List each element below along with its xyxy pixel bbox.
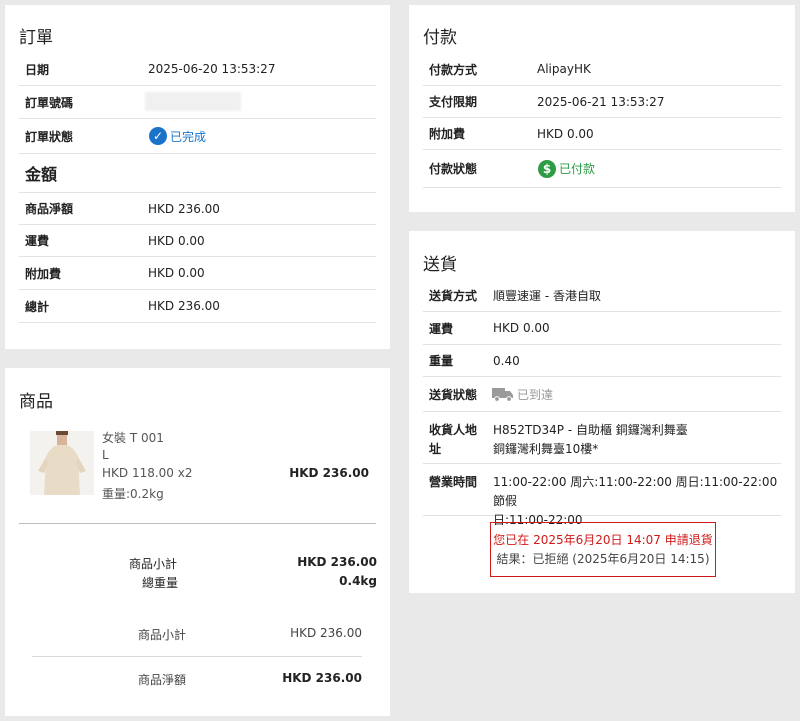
payment-method-label: 付款方式	[429, 62, 478, 77]
footer-subtotal-label: 商品小計	[138, 628, 187, 642]
refund-notice: 您已在 2025年6月20日 14:07 申請退貨 結果：已拒絕 (2025年6…	[490, 522, 716, 577]
product-image[interactable]	[30, 431, 94, 495]
order-date-label: 日期	[25, 62, 50, 77]
payment-surcharge-row: 附加費 HKD 0.00	[423, 118, 781, 150]
product-weight: 重量:0.2kg	[102, 487, 164, 501]
refund-request-text: 您已在 2025年6月20日 14:07 申請退貨	[493, 533, 713, 547]
order-status-text: 已完成	[170, 129, 207, 144]
order-status-label: 訂單狀態	[25, 129, 74, 144]
address-label-line1: 收貨人地	[429, 423, 478, 437]
delivery-address-row: 收貨人地 址 H852TD34P - 自助櫃 銅鑼灣利舞臺 銅鑼灣利舞臺10樓*	[423, 412, 781, 464]
payment-deadline-value: 2025-06-21 13:53:27	[537, 94, 665, 109]
amount-surcharge-row: 附加費 HKD 0.00	[19, 257, 376, 290]
order-number-redacted	[145, 92, 241, 111]
address-label-line2: 址	[429, 442, 442, 456]
product-name[interactable]: 女裝 T 001	[102, 429, 164, 446]
dollar-icon: $	[538, 159, 556, 178]
payment-deadline-row: 支付限期 2025-06-21 13:53:27	[423, 86, 781, 118]
payment-deadline-label: 支付限期	[429, 95, 478, 109]
delivery-status-text: 已到達	[517, 387, 554, 402]
order-date-row: 日期 2025-06-20 13:53:27	[19, 53, 376, 86]
payment-method-value: AlipayHK	[537, 62, 591, 76]
delivery-hours-row: 營業時間 11:00-22:00 周六:11:00-22:00 周日:11:00…	[423, 464, 781, 527]
payment-status-row: 付款狀態 $ 已付款	[423, 150, 781, 188]
delivery-hours-label: 營業時間	[429, 475, 478, 489]
product-size: L	[102, 448, 109, 462]
footer-subtotal-value: HKD 236.00	[290, 626, 362, 640]
refund-result-text: 結果：已拒絕 (2025年6月20日 14:15)	[496, 552, 710, 566]
payment-surcharge-value: HKD 0.00	[537, 126, 594, 141]
payment-title: 付款	[423, 28, 457, 48]
amount-total-label: 總計	[25, 299, 50, 314]
summary-subtotal-label: 商品小計	[129, 557, 178, 571]
payment-surcharge-label: 附加費	[429, 127, 466, 141]
product-price-qty: HKD 118.00 x2	[102, 466, 193, 480]
address-line1: H852TD34P - 自助櫃 銅鑼灣利舞臺	[493, 423, 688, 437]
order-number-row: 訂單號碼	[19, 86, 376, 119]
product-total: HKD 236.00	[289, 466, 369, 480]
hours-line1: 11:00-22:00 周六:11:00-22:00 周日:11:00-22:0…	[493, 475, 778, 508]
amount-surcharge-label: 附加費	[25, 266, 62, 281]
delivery-address-value: H852TD34P - 自助櫃 銅鑼灣利舞臺 銅鑼灣利舞臺10樓*	[493, 421, 688, 459]
delivery-weight-row: 重量 0.40	[423, 345, 781, 377]
delivery-method-label: 送貨方式	[429, 288, 478, 303]
amount-title: 金額	[25, 165, 58, 184]
delivery-weight-value: 0.40	[493, 353, 520, 368]
amount-shipping-label: 運費	[25, 234, 50, 248]
order-card: 訂單 日期 2025-06-20 13:53:27 訂單號碼 訂單狀態 ✓ 已完…	[5, 5, 390, 349]
products-title: 商品	[19, 392, 53, 412]
order-status-badge: ✓ 已完成	[149, 127, 206, 145]
order-date-value: 2025-06-20 13:53:27	[148, 62, 276, 76]
delivery-title: 送貨	[423, 255, 457, 275]
amount-total-value: HKD 236.00	[148, 299, 220, 313]
check-circle-icon: ✓	[149, 127, 167, 145]
delivery-address-label: 收貨人地 址	[423, 421, 477, 459]
order-title: 訂單	[19, 28, 53, 48]
footer-net-label: 商品淨額	[138, 673, 187, 687]
delivery-fee-label: 運費	[429, 321, 454, 336]
amount-total-row: 總計 HKD 236.00	[19, 290, 376, 323]
delivery-weight-label: 重量	[429, 354, 454, 368]
delivery-fee-row: 運費 HKD 0.00	[423, 312, 781, 345]
payment-status-label: 付款狀態	[429, 162, 478, 176]
product-photo	[30, 431, 94, 495]
summary-weight-value: 0.4kg	[339, 574, 377, 588]
amount-net-label: 商品淨額	[25, 202, 74, 216]
delivery-card: 送貨 送貨方式 順豐速運 - 香港自取 運費 HKD 0.00 重量 0.40 …	[409, 231, 795, 593]
delivery-fee-value: HKD 0.00	[493, 321, 550, 335]
payment-status-badge: $ 已付款	[538, 159, 596, 178]
footer-net-value: HKD 236.00	[282, 671, 362, 685]
summary-subtotal-value: HKD 236.00	[297, 555, 377, 569]
payment-status-text: 已付款	[559, 162, 596, 176]
delivery-method-row: 送貨方式 順豐速運 - 香港自取	[423, 279, 781, 312]
amount-shipping-row: 運費 HKD 0.00	[19, 225, 376, 257]
amount-surcharge-value: HKD 0.00	[148, 266, 205, 280]
order-number-label: 訂單號碼	[25, 95, 74, 110]
delivery-status-label: 送貨狀態	[429, 387, 478, 402]
order-status-row: 訂單狀態 ✓ 已完成	[19, 119, 376, 154]
address-line2: 銅鑼灣利舞臺10樓*	[493, 442, 599, 456]
amount-net-row: 商品淨額 HKD 236.00	[19, 192, 376, 225]
truck-icon	[492, 388, 513, 402]
products-divider	[19, 523, 376, 524]
delivery-method-value: 順豐速運 - 香港自取	[493, 288, 601, 303]
products-card: 商品 女裝 T 001 L HKD 118.00 x2 重量:0.2kg HKD…	[5, 368, 390, 716]
payment-card: 付款 付款方式 AlipayHK 支付限期 2025-06-21 13:53:2…	[409, 5, 795, 212]
amount-shipping-value: HKD 0.00	[148, 233, 205, 248]
payment-method-row: 付款方式 AlipayHK	[423, 53, 781, 86]
delivery-status-badge: 已到達	[492, 386, 553, 403]
amount-net-value: HKD 236.00	[148, 201, 220, 216]
summary-weight-label: 總重量	[142, 576, 179, 590]
delivery-status-row: 送貨狀態 已到達	[423, 377, 781, 412]
footer-divider	[32, 656, 362, 657]
